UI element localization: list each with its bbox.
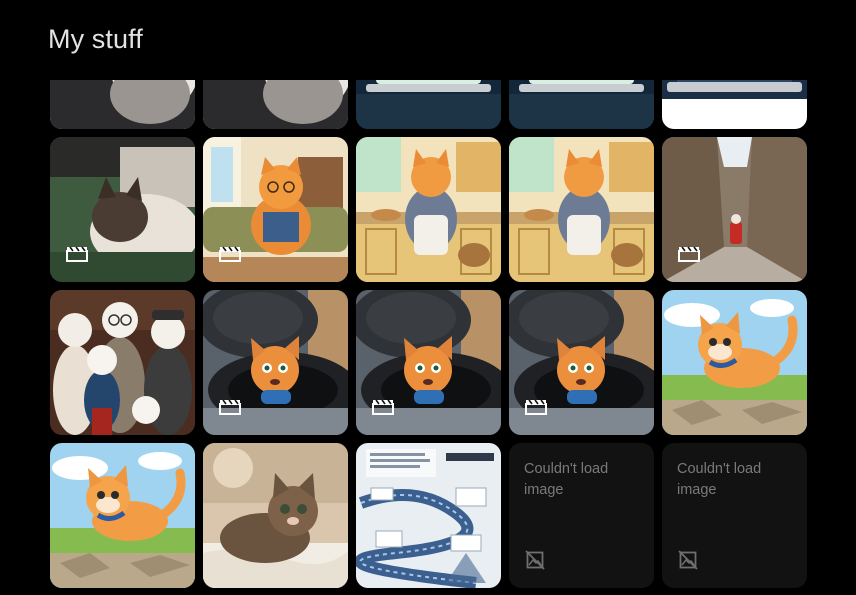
thumbnail-image [356,137,501,282]
broken-image-message: Couldn't load image [524,461,609,498]
thumbnail-image [509,80,654,129]
media-thumbnail[interactable] [356,80,501,129]
video-icon [525,399,547,415]
broken-image-message: Couldn't load image [677,461,762,498]
thumbnail-image [203,80,348,129]
media-thumbnail[interactable] [509,137,654,282]
thumbnail-image [203,443,348,588]
broken-image-tile[interactable]: Couldn't load image [509,443,654,588]
media-thumbnail[interactable] [50,137,195,282]
broken-image-icon [678,550,698,570]
gallery-scroll-area[interactable]: Couldn't load image Couldn't load image [50,80,810,595]
media-thumbnail[interactable] [662,137,807,282]
media-thumbnail[interactable] [356,137,501,282]
media-thumbnail[interactable] [50,80,195,129]
video-icon [372,399,394,415]
broken-image-icon [525,550,545,570]
thumbnail-image [662,80,807,129]
my-stuff-page: My stuff Couldn't load image Couldn't lo… [0,0,856,595]
thumbnail-image [662,290,807,435]
media-thumbnail[interactable] [509,80,654,129]
video-icon [66,246,88,262]
media-thumbnail[interactable] [509,290,654,435]
media-thumbnail[interactable] [50,443,195,588]
media-thumbnail[interactable] [50,290,195,435]
media-thumbnail[interactable] [203,290,348,435]
media-thumbnail[interactable] [203,443,348,588]
thumbnail-image [356,80,501,129]
video-icon [219,246,241,262]
media-thumbnail[interactable] [356,443,501,588]
thumbnail-image [356,443,501,588]
thumbnail-image [509,137,654,282]
broken-image-tile[interactable]: Couldn't load image [662,443,807,588]
thumbnail-image [50,80,195,129]
media-thumbnail[interactable] [203,80,348,129]
media-thumbnail[interactable] [356,290,501,435]
thumbnail-image [50,443,195,588]
media-thumbnail[interactable] [662,80,807,129]
media-thumbnail[interactable] [662,290,807,435]
thumbnail-image [50,290,195,435]
gallery-grid: Couldn't load image Couldn't load image [50,80,807,588]
media-thumbnail[interactable] [203,137,348,282]
video-icon [219,399,241,415]
video-icon [678,246,700,262]
page-title: My stuff [48,24,143,54]
